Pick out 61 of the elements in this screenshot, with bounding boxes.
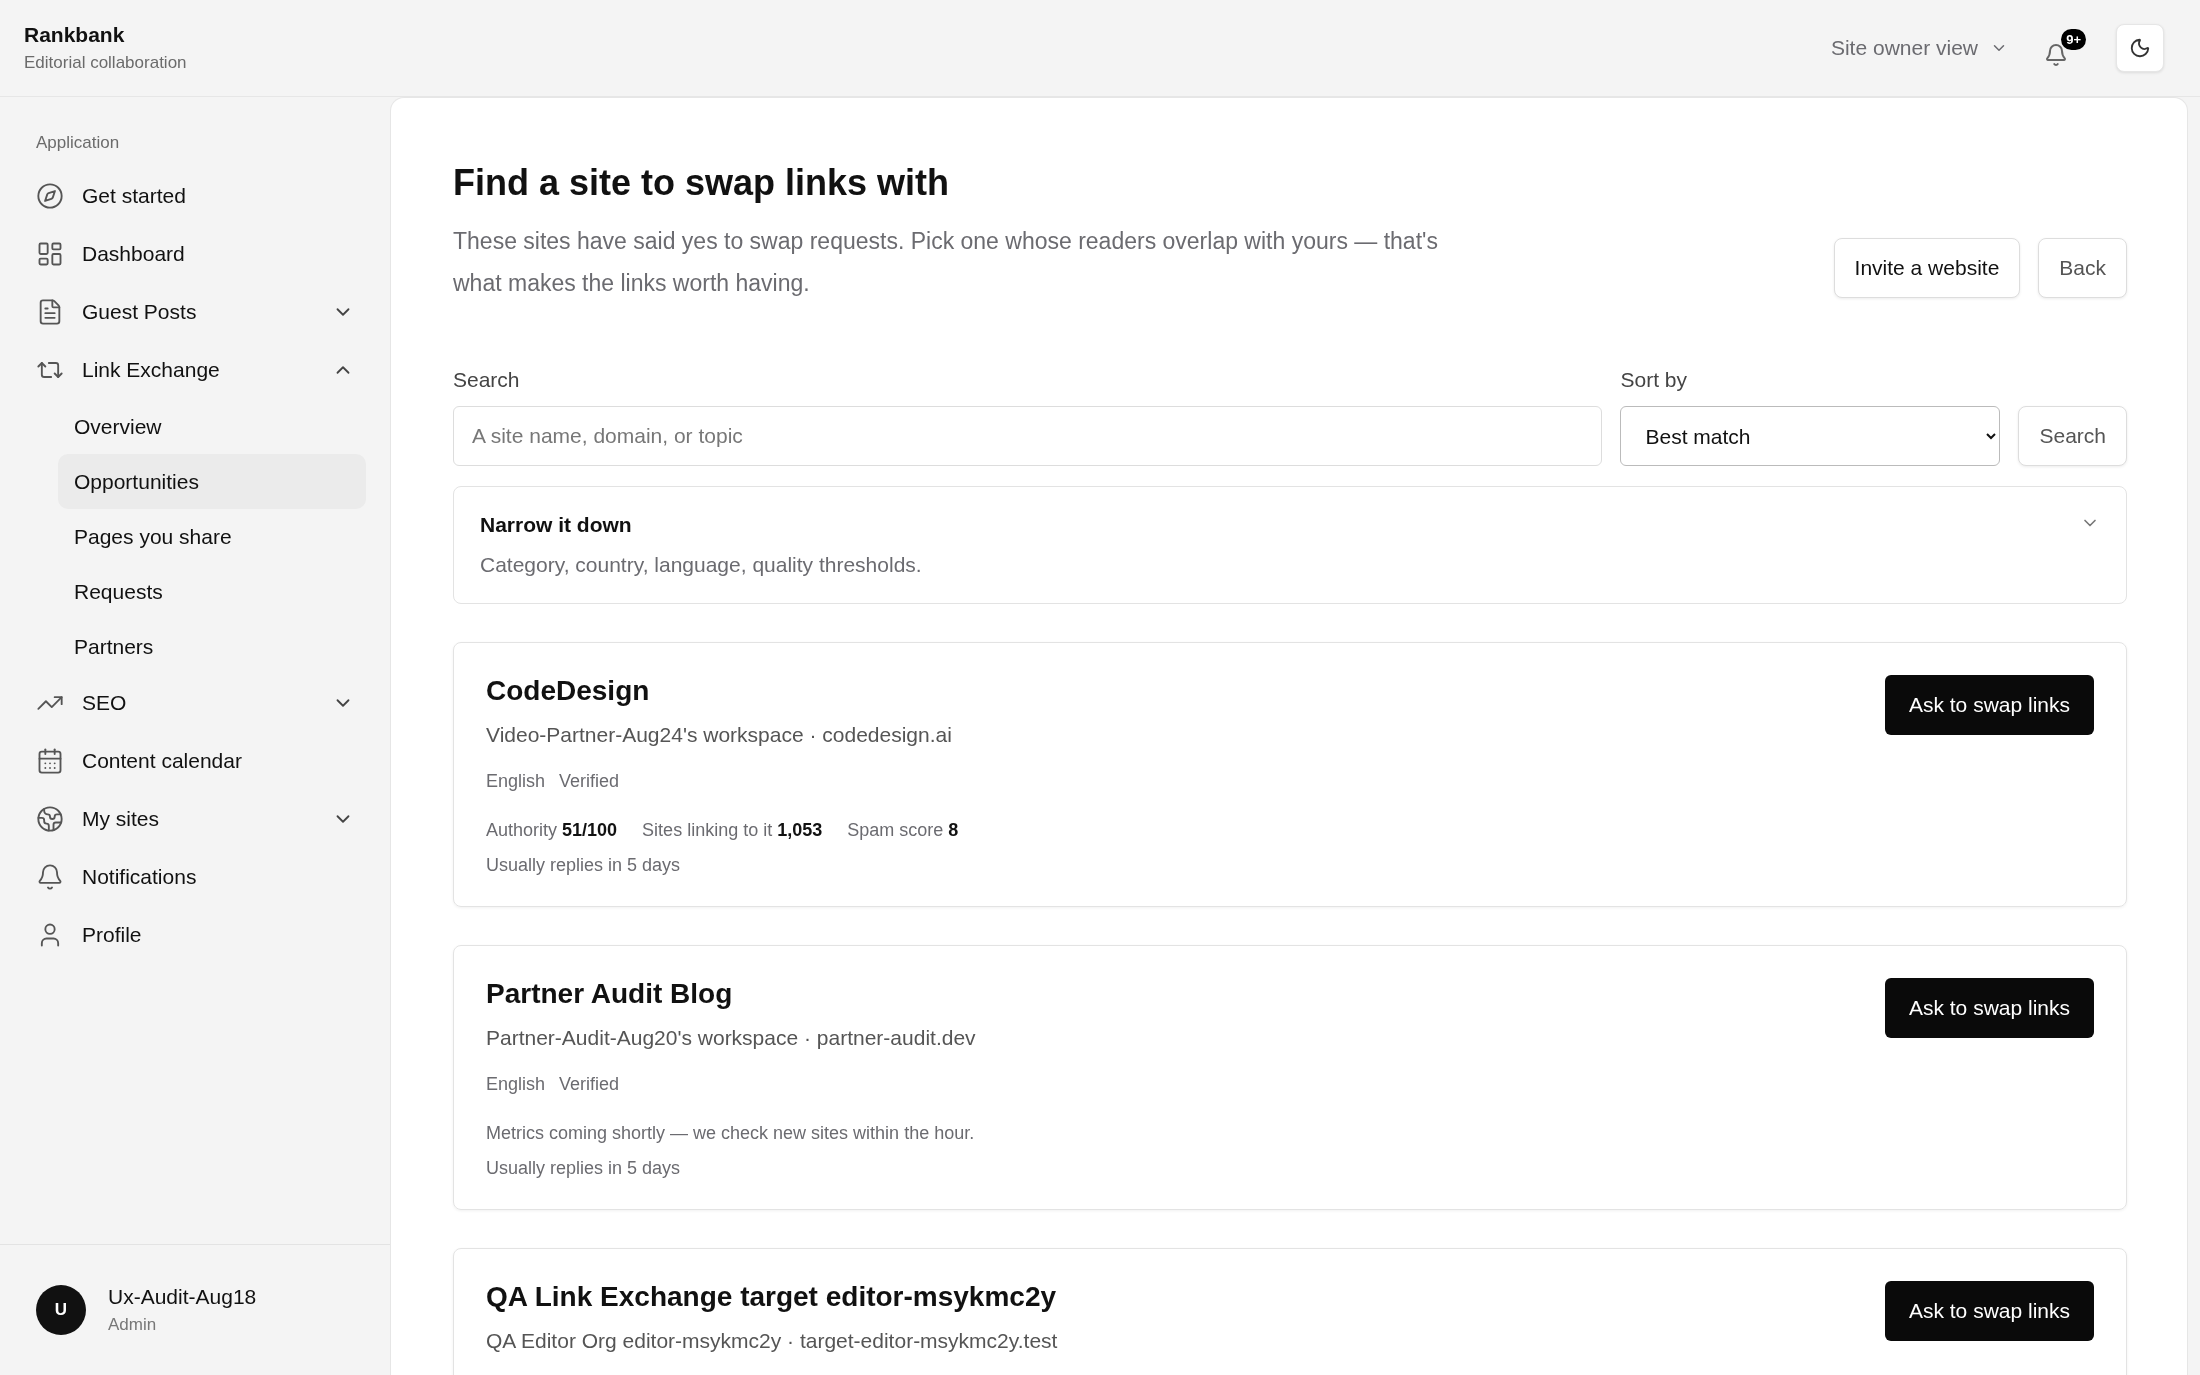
user-avatar: U: [36, 1285, 86, 1335]
site-owner: Video-Partner-Aug24's workspace · codedesign.ai: [486, 723, 953, 747]
filter-summary: Category, country, language, quality thresholds.: [480, 553, 922, 577]
sidebar-item[interactable]: My sites: [24, 790, 366, 848]
globe-icon: [36, 805, 64, 833]
back-button[interactable]: Back: [2038, 238, 2127, 298]
site-owner: QA Editor Org editor-msykmc2y · target-editor-msykmc2y.test: [486, 1329, 1058, 1353]
reply-time: Usually replies in 5 days: [486, 1158, 682, 1179]
view-switch[interactable]: Site owner view: [1824, 35, 2014, 61]
dashboard-icon: [36, 240, 64, 268]
sidebar-subitem[interactable]: Opportunities: [58, 454, 366, 509]
sidebar-subitem[interactable]: Requests: [58, 564, 366, 619]
site-tag: English: [486, 771, 546, 792]
swap-request-button[interactable]: Ask to swap links: [1884, 978, 2094, 1038]
bell-icon: [36, 863, 64, 891]
site-tag: Verified: [559, 1074, 620, 1095]
page-description: These sites have said yes to swap requests. Pick one whose readers overlap with yours — that's what makes the links worth having.: [453, 227, 1439, 298]
sort-select[interactable]: Best match: [1620, 406, 2001, 466]
reply-time: Usually replies in 5 days: [486, 855, 682, 876]
bell-icon: [2044, 43, 2068, 67]
compass-icon: [36, 182, 64, 210]
user-name: Ux-Audit-Aug18: [108, 1285, 257, 1309]
search-button[interactable]: Search: [2018, 406, 2127, 466]
sidebar-item[interactable]: Link Exchange: [24, 341, 366, 399]
sidebar-subitem[interactable]: Partners: [58, 619, 366, 674]
notifications-button[interactable]: 9+: [2044, 29, 2086, 67]
metrics-note: Metrics coming shortly — we check new sites within the hour.: [486, 1123, 976, 1144]
invite-button[interactable]: Invite a website: [1833, 238, 2021, 298]
sidebar-item[interactable]: Profile: [24, 906, 366, 964]
sidebar-item[interactable]: Get started: [24, 167, 366, 225]
sidebar-item[interactable]: Dashboard: [24, 225, 366, 283]
site-tag: Verified: [559, 771, 620, 792]
calendar-icon: [36, 747, 64, 775]
site-metric: Authority 51/100: [486, 820, 618, 841]
site-name: CodeDesign: [486, 675, 651, 707]
sidebar-item[interactable]: Notifications: [24, 848, 366, 906]
swap-request-button[interactable]: Ask to swap links: [1884, 1281, 2094, 1341]
search-label: Search: [453, 368, 521, 392]
site-metric: Spam score 8: [847, 820, 959, 841]
site-name: QA Link Exchange target editor-msykmc2y: [486, 1281, 1058, 1313]
sidebar-item[interactable]: Guest Posts: [24, 283, 366, 341]
swap-request-button[interactable]: Ask to swap links: [1884, 675, 2094, 735]
search-field[interactable]: A site name, domain, or topic: [453, 406, 1603, 466]
site-owner: Partner-Audit-Aug20's workspace · partner-audit.dev: [486, 1026, 976, 1050]
notification-badge: 9+: [2061, 29, 2086, 50]
site-metric: Sites linking to it 1,053: [642, 820, 823, 841]
section-label: Application: [35, 133, 121, 153]
sidebar-item[interactable]: Content calendar: [24, 732, 366, 790]
filter-title: Narrow it down: [480, 513, 633, 537]
moon-icon: [2129, 37, 2151, 59]
page-title: Find a site to swap links with: [453, 162, 951, 204]
app-tagline: Editorial collaboration: [24, 53, 187, 73]
app-name: Rankbank: [24, 23, 126, 47]
site-name: Partner Audit Blog: [486, 978, 734, 1010]
sidebar-subitem[interactable]: Pages you share: [58, 509, 366, 564]
user-role: Admin: [108, 1315, 158, 1335]
site-tag: English: [486, 1074, 546, 1095]
sort-label: Sort by: [1620, 368, 1688, 392]
theme-toggle-button[interactable]: [2116, 24, 2164, 72]
sidebar-item[interactable]: SEO: [24, 674, 366, 732]
sidebar-subitem[interactable]: Overview: [58, 399, 366, 454]
